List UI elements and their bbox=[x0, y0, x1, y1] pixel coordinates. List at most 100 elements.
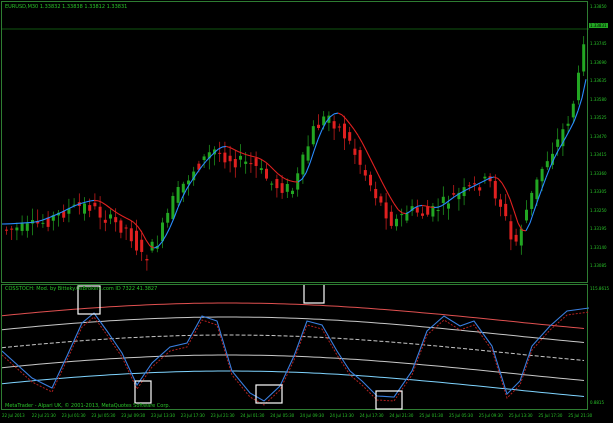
price-axis-label: 1.33470 bbox=[590, 133, 607, 139]
time-axis-label: 25 Jul 01:30 bbox=[419, 413, 444, 418]
candle-body bbox=[202, 156, 206, 161]
candle-body bbox=[124, 227, 128, 229]
bullish-candle bbox=[306, 135, 310, 164]
ma-segment bbox=[545, 167, 551, 178]
bearish-candle bbox=[384, 192, 388, 230]
time-axis-label: 24 Jul 13:30 bbox=[329, 413, 354, 418]
time-axis-label: 25 Jul 05:30 bbox=[449, 413, 473, 418]
bullish-candle bbox=[15, 222, 19, 241]
bearish-candle bbox=[275, 174, 279, 198]
bullish-candle bbox=[285, 178, 289, 198]
candle-body bbox=[181, 183, 185, 193]
price-chart-pane[interactable]: EURUSD,M30 1.33832 1.33838 1.33812 1.338… bbox=[1, 1, 589, 283]
highlight-box bbox=[375, 390, 403, 410]
highlight-box bbox=[303, 285, 325, 304]
bearish-candle bbox=[332, 115, 336, 140]
candle-body bbox=[280, 183, 284, 193]
ma-segment bbox=[125, 217, 131, 221]
oscillator-chart bbox=[2, 285, 589, 410]
ma-segment bbox=[445, 199, 451, 204]
ma-segment bbox=[105, 204, 111, 209]
candle-body bbox=[291, 190, 294, 195]
bearish-candle bbox=[254, 151, 258, 178]
ma-segment bbox=[353, 128, 359, 136]
bearish-candle bbox=[415, 199, 419, 217]
bearish-candle bbox=[129, 220, 133, 248]
moving-average-line bbox=[2, 79, 587, 249]
indicator-pane[interactable]: COSSTOCH: Mod. by Bitteky.OsBrokers.com … bbox=[1, 284, 589, 410]
ma-segment bbox=[533, 199, 539, 212]
candle-body bbox=[395, 218, 398, 227]
bearish-candle bbox=[223, 141, 227, 169]
candle-body bbox=[493, 180, 497, 199]
bearish-candle bbox=[280, 175, 284, 199]
candle-body bbox=[379, 196, 383, 203]
ma-segment bbox=[277, 173, 283, 178]
candle-body bbox=[363, 170, 367, 176]
ma-segment bbox=[437, 205, 443, 208]
time-axis-label: 24 Jul 17:30 bbox=[359, 413, 384, 418]
bearish-candle bbox=[353, 138, 357, 164]
ma-segment bbox=[165, 227, 171, 236]
bearish-candle bbox=[140, 230, 144, 261]
ma-segment bbox=[345, 118, 351, 125]
candle-body bbox=[129, 228, 133, 242]
symbol-header: EURUSD,M30 1.33832 1.33838 1.33812 1.338… bbox=[5, 4, 128, 10]
bullish-candle bbox=[525, 200, 528, 224]
candle-body bbox=[98, 206, 102, 218]
time-axis-label: 22 Jul 21:30 bbox=[31, 413, 56, 418]
candle-body bbox=[545, 161, 549, 168]
candle-body bbox=[254, 158, 258, 166]
time-axis-label: 25 Jul 21:30 bbox=[568, 413, 593, 418]
bearish-candle bbox=[119, 218, 123, 239]
candle-body bbox=[249, 163, 253, 165]
bullish-candle bbox=[202, 154, 206, 169]
ma-segment bbox=[229, 147, 235, 150]
bearish-candle bbox=[103, 210, 107, 232]
ma-segment bbox=[449, 196, 455, 201]
candle-body bbox=[317, 124, 320, 128]
candle-body bbox=[343, 123, 346, 139]
candles-group bbox=[5, 36, 586, 271]
ma-segment bbox=[221, 145, 227, 148]
ma-segment bbox=[137, 226, 143, 233]
candle-body bbox=[441, 196, 445, 203]
time-axis-label: 22 Jul 2013 bbox=[2, 413, 25, 418]
bearish-candle bbox=[317, 114, 320, 131]
ma-segment bbox=[69, 205, 75, 209]
bullish-candle bbox=[311, 120, 315, 147]
bullish-candle bbox=[327, 111, 331, 132]
candle-body bbox=[582, 44, 586, 72]
bearish-candle bbox=[46, 211, 50, 232]
time-axis-label: 24 Jul 05:30 bbox=[270, 413, 295, 418]
ma-segment bbox=[357, 135, 363, 143]
bullish-candle bbox=[270, 181, 274, 191]
price-axis: 1.338501.337981.337451.336901.336351.335… bbox=[590, 1, 613, 283]
bullish-candle bbox=[109, 209, 112, 225]
ma-segment bbox=[365, 149, 371, 159]
price-axis-label: 1.33195 bbox=[590, 226, 607, 231]
price-axis-label: 1.33745 bbox=[590, 41, 607, 46]
candle-body bbox=[358, 150, 362, 165]
time-axis-label: 24 Jul 09:30 bbox=[300, 413, 324, 418]
candle-body bbox=[540, 168, 544, 182]
candle-body bbox=[166, 212, 170, 223]
indicator-axis-top: 115.8615 bbox=[590, 286, 610, 291]
ma-segment bbox=[37, 219, 43, 222]
bearish-candle bbox=[374, 181, 378, 206]
ma-segment bbox=[569, 121, 575, 130]
candle-body bbox=[353, 148, 357, 155]
bearish-candle bbox=[124, 224, 128, 240]
candle-body bbox=[239, 155, 242, 160]
candle-body bbox=[109, 214, 112, 219]
ma-segment bbox=[309, 150, 315, 164]
ma-segment bbox=[237, 150, 243, 154]
bullish-candle bbox=[51, 211, 55, 231]
time-axis-label: 23 Jul 05:30 bbox=[91, 413, 116, 418]
bullish-candle bbox=[545, 151, 549, 171]
candle-body bbox=[478, 187, 482, 191]
candle-body bbox=[275, 178, 279, 189]
ma-segment bbox=[377, 173, 383, 183]
bullish-candle bbox=[530, 190, 534, 216]
ma-segment bbox=[417, 204, 423, 207]
